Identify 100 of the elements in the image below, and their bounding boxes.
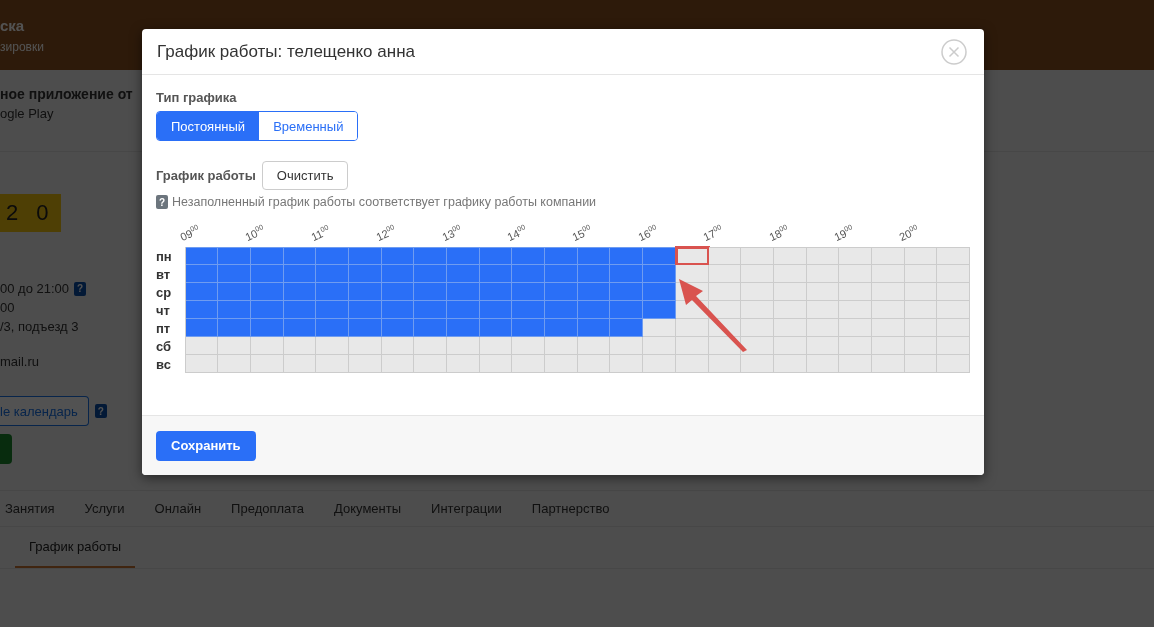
schedule-cell[interactable]	[250, 301, 284, 319]
schedule-cell[interactable]	[185, 319, 219, 337]
schedule-cell[interactable]	[708, 283, 742, 301]
schedule-cell[interactable]	[283, 319, 317, 337]
schedule-cell[interactable]	[577, 355, 611, 373]
schedule-cell[interactable]	[643, 283, 676, 301]
schedule-cell[interactable]	[250, 283, 284, 301]
schedule-cell[interactable]	[643, 337, 676, 355]
schedule-cell[interactable]	[545, 301, 578, 319]
schedule-cell[interactable]	[904, 355, 938, 373]
schedule-cell[interactable]	[773, 337, 807, 355]
help-icon[interactable]: ?	[74, 281, 87, 296]
schedule-cell[interactable]	[643, 301, 676, 319]
schedule-cell[interactable]	[185, 283, 219, 301]
schedule-cell[interactable]	[414, 283, 447, 301]
schedule-cell[interactable]	[871, 337, 905, 355]
schedule-cell[interactable]	[185, 355, 219, 373]
schedule-cell[interactable]	[741, 247, 774, 265]
schedule-cell[interactable]	[610, 337, 644, 355]
schedule-cell[interactable]	[806, 283, 840, 301]
schedule-cell[interactable]	[708, 265, 742, 283]
schedule-cell[interactable]	[447, 265, 480, 283]
schedule-cell[interactable]	[806, 337, 840, 355]
schedule-cell[interactable]	[545, 319, 578, 337]
schedule-cell[interactable]	[773, 355, 807, 373]
schedule-cell[interactable]	[773, 247, 807, 265]
schedule-cell[interactable]	[904, 265, 938, 283]
action-button[interactable]	[0, 434, 12, 464]
schedule-cell[interactable]	[348, 301, 382, 319]
schedule-cell[interactable]	[381, 319, 415, 337]
schedule-cell[interactable]	[479, 247, 513, 265]
schedule-cell[interactable]	[937, 301, 970, 319]
schedule-cell[interactable]	[447, 247, 480, 265]
nav-tab[interactable]: Услуги	[84, 501, 125, 516]
schedule-cell[interactable]	[512, 301, 546, 319]
schedule-cell[interactable]	[283, 301, 317, 319]
schedule-cell[interactable]	[250, 319, 284, 337]
schedule-cell[interactable]	[577, 247, 611, 265]
schedule-cell[interactable]	[348, 283, 382, 301]
schedule-cell[interactable]	[381, 355, 415, 373]
schedule-cell[interactable]	[643, 355, 676, 373]
schedule-cell[interactable]	[316, 319, 349, 337]
schedule-cell[interactable]	[316, 355, 349, 373]
schedule-cell[interactable]	[839, 247, 872, 265]
schedule-cell[interactable]	[675, 319, 709, 337]
schedule-cell[interactable]	[937, 319, 970, 337]
schedule-cell[interactable]	[904, 247, 938, 265]
schedule-cell[interactable]	[316, 247, 349, 265]
schedule-cell[interactable]	[741, 265, 774, 283]
schedule-cell[interactable]	[904, 301, 938, 319]
schedule-cell[interactable]	[741, 301, 774, 319]
schedule-cell[interactable]	[218, 337, 251, 355]
schedule-cell[interactable]	[545, 283, 578, 301]
schedule-cell[interactable]	[806, 301, 840, 319]
schedule-cell[interactable]	[479, 265, 513, 283]
schedule-cell[interactable]	[447, 355, 480, 373]
schedule-cell[interactable]	[381, 283, 415, 301]
schedule-cell[interactable]	[218, 355, 251, 373]
schedule-cell[interactable]	[414, 301, 447, 319]
schedule-cell[interactable]	[447, 337, 480, 355]
schedule-cell[interactable]	[316, 265, 349, 283]
schedule-cell[interactable]	[871, 283, 905, 301]
schedule-cell[interactable]	[643, 247, 676, 265]
schedule-cell[interactable]	[250, 247, 284, 265]
schedule-cell[interactable]	[381, 337, 415, 355]
schedule-cell[interactable]	[545, 337, 578, 355]
help-icon[interactable]: ?	[156, 195, 168, 209]
close-icon[interactable]	[941, 38, 967, 65]
nav-tab[interactable]: Онлайн	[154, 501, 202, 516]
schedule-cell[interactable]	[871, 265, 905, 283]
schedule-cell[interactable]	[381, 301, 415, 319]
schedule-cell[interactable]	[218, 265, 251, 283]
schedule-cell[interactable]	[348, 265, 382, 283]
schedule-cell[interactable]	[871, 319, 905, 337]
sub-tab[interactable]: График работы	[15, 527, 136, 568]
schedule-cell[interactable]	[610, 355, 644, 373]
schedule-cell[interactable]	[871, 301, 905, 319]
schedule-cell[interactable]	[708, 355, 742, 373]
schedule-cell[interactable]	[773, 265, 807, 283]
nav-tab[interactable]: Документы	[334, 501, 402, 516]
schedule-cell[interactable]	[937, 337, 970, 355]
schedule-cell[interactable]	[741, 355, 774, 373]
schedule-cell[interactable]	[937, 283, 970, 301]
schedule-cell[interactable]	[708, 247, 742, 265]
schedule-cell[interactable]	[839, 283, 872, 301]
schedule-cell[interactable]	[937, 355, 970, 373]
schedule-cell[interactable]	[479, 319, 513, 337]
nav-tab[interactable]: Занятия	[5, 501, 55, 516]
schedule-cell[interactable]	[806, 247, 840, 265]
schedule-cell[interactable]	[839, 265, 872, 283]
schedule-cell[interactable]	[512, 265, 546, 283]
nav-tab[interactable]: Партнерство	[531, 501, 610, 516]
schedule-cell[interactable]	[512, 319, 546, 337]
schedule-cell[interactable]	[479, 301, 513, 319]
nav-tab[interactable]: Предоплата	[231, 501, 305, 516]
schedule-cell[interactable]	[545, 247, 578, 265]
schedule-cell[interactable]	[545, 265, 578, 283]
schedule-cell[interactable]	[479, 283, 513, 301]
schedule-cell[interactable]	[806, 319, 840, 337]
calendar-button[interactable]: le календарь	[0, 396, 89, 426]
